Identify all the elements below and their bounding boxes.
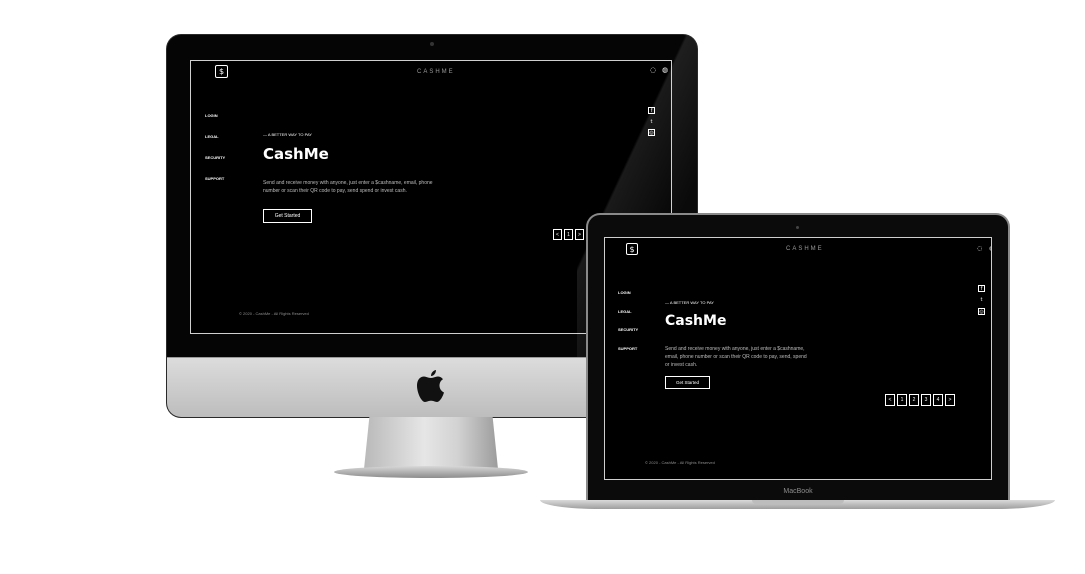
macbook-notch xyxy=(752,500,844,504)
imac-camera xyxy=(430,42,434,46)
tagline: — A BETTER WAY TO PAY xyxy=(263,132,312,137)
brand-name[interactable]: CASHME xyxy=(417,69,455,75)
pager-next[interactable]: > xyxy=(575,229,584,240)
footer-copyright: © 2020 - CashMe - All Rights Reserved xyxy=(645,460,715,465)
pager-page-3[interactable]: 3 xyxy=(921,394,931,406)
facebook-icon[interactable]: f xyxy=(648,107,655,114)
footer-copyright: © 2020 - CashMe - All Rights Reserved xyxy=(239,311,309,316)
nav-login[interactable]: LOGIN xyxy=(205,113,218,118)
instagram-icon[interactable]: ◎ xyxy=(648,129,655,136)
macbook-camera xyxy=(796,226,799,229)
pager-page-2[interactable]: 2 xyxy=(909,394,919,406)
pager-page-1[interactable]: 1 xyxy=(897,394,907,406)
logo-symbol: $ xyxy=(629,244,635,254)
nav-security[interactable]: SECURITY xyxy=(618,327,638,332)
account-icon[interactable]: ◌ xyxy=(977,245,982,252)
nav-support[interactable]: SUPPORT xyxy=(618,346,637,351)
dollar-logo-icon[interactable]: $ xyxy=(626,243,638,255)
imac-pager: < 1 > xyxy=(553,229,586,240)
get-started-button[interactable]: Get Started xyxy=(665,376,710,389)
nav-legal[interactable]: LEGAL xyxy=(618,309,632,314)
macbook-device: $ CASHME ◌ ◍ LOGIN LEGAL SECURITY SUPPOR… xyxy=(588,215,1008,500)
nav-legal[interactable]: LEGAL xyxy=(205,134,219,139)
account-icon[interactable]: ◌ xyxy=(650,66,656,74)
apple-logo-icon xyxy=(417,370,444,402)
pager-next[interactable]: > xyxy=(945,394,955,406)
twitter-icon[interactable]: t xyxy=(648,118,655,125)
nav-login[interactable]: LOGIN xyxy=(618,290,631,295)
get-started-button[interactable]: Get Started xyxy=(263,209,312,223)
pager-page-1[interactable]: 1 xyxy=(564,229,573,240)
cart-icon[interactable]: ◍ xyxy=(989,245,991,252)
hero-description: Send and receive money with anyone, just… xyxy=(665,346,807,368)
hero-title: CashMe xyxy=(263,145,329,163)
brand-name[interactable]: CASHME xyxy=(786,246,824,252)
dollar-logo-icon[interactable]: $ xyxy=(215,65,228,78)
tagline: — A BETTER WAY TO PAY xyxy=(665,300,714,305)
hero-title: CashMe xyxy=(665,313,727,329)
twitter-icon[interactable]: t xyxy=(978,296,985,303)
instagram-icon[interactable]: ◎ xyxy=(978,308,985,315)
pager-prev[interactable]: < xyxy=(553,229,562,240)
logo-symbol: $ xyxy=(218,67,225,76)
hero-description: Send and receive money with anyone, just… xyxy=(263,180,433,194)
nav-security[interactable]: SECURITY xyxy=(205,155,225,160)
imac-stand-foot xyxy=(334,466,528,478)
facebook-icon[interactable]: f xyxy=(978,285,985,292)
macbook-pager: < 1 2 3 4 > xyxy=(885,394,957,406)
macbook-label: MacBook xyxy=(783,488,813,495)
macbook-screen: $ CASHME ◌ ◍ LOGIN LEGAL SECURITY SUPPOR… xyxy=(604,237,992,480)
pager-page-4[interactable]: 4 xyxy=(933,394,943,406)
cart-icon[interactable]: ◍ xyxy=(662,66,668,74)
imac-stand-neck xyxy=(364,417,498,469)
pager-prev[interactable]: < xyxy=(885,394,895,406)
nav-support[interactable]: SUPPORT xyxy=(205,176,224,181)
